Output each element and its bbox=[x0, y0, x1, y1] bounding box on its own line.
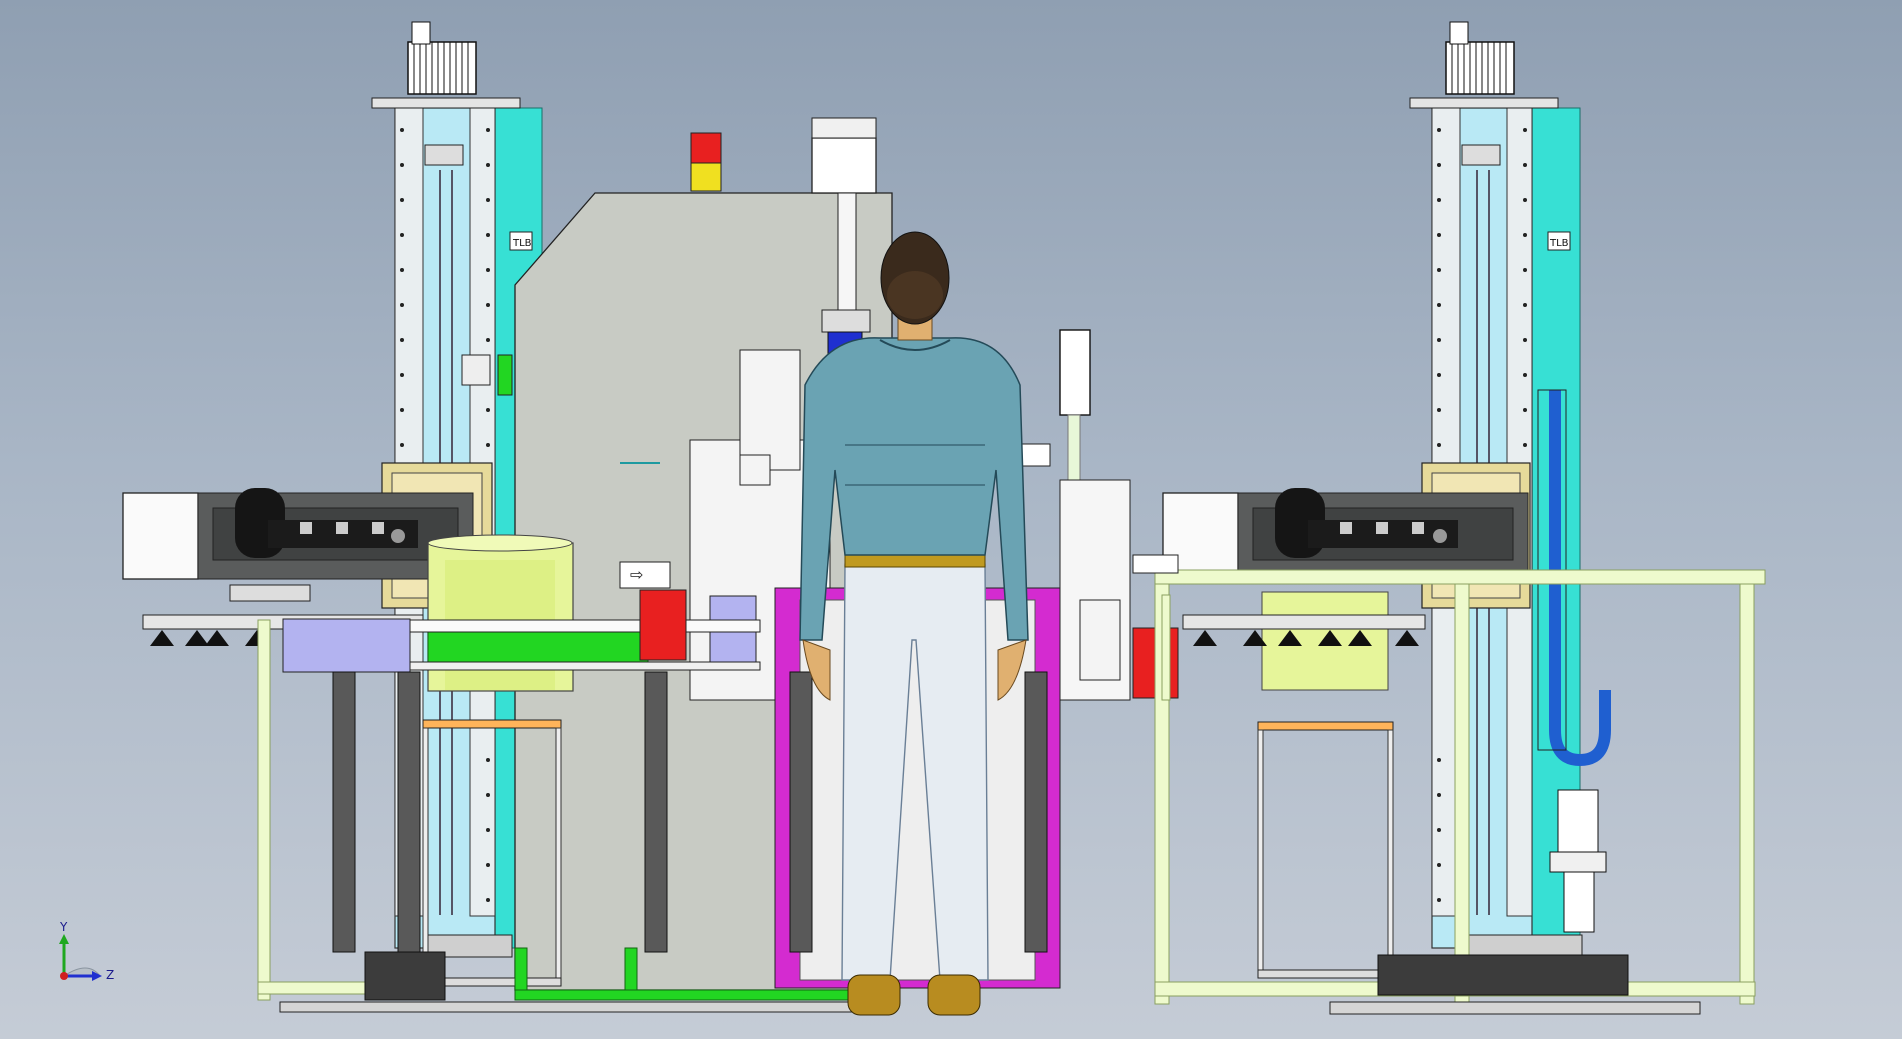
left-arm-end-box bbox=[122, 492, 199, 580]
right-lift-tower[interactable]: TLB bbox=[1409, 21, 1611, 958]
machine-assembly-model[interactable]: TLB TLB ⇨ bbox=[0, 0, 1902, 1039]
cad-viewport[interactable]: TLB TLB ⇨ Y Z bbox=[0, 0, 1902, 1039]
svg-text:TLB: TLB bbox=[512, 238, 532, 249]
coordinate-triad-icon: Y Z bbox=[48, 920, 128, 990]
svg-text:TLB: TLB bbox=[1549, 238, 1569, 249]
left-lavender-actuator bbox=[282, 618, 411, 673]
right-servo-motor-icon bbox=[1445, 21, 1515, 95]
triad-y-label: Y bbox=[60, 920, 68, 934]
left-green-rail bbox=[427, 631, 649, 663]
left-servo-motor-icon bbox=[407, 21, 477, 95]
svg-text:⇨: ⇨ bbox=[630, 565, 643, 584]
triad-z-label: Z bbox=[106, 968, 115, 982]
signal-tower-icon bbox=[690, 132, 722, 192]
right-safety-frame bbox=[1154, 569, 1766, 1005]
right-cable-chain-arm[interactable] bbox=[1162, 488, 1529, 580]
